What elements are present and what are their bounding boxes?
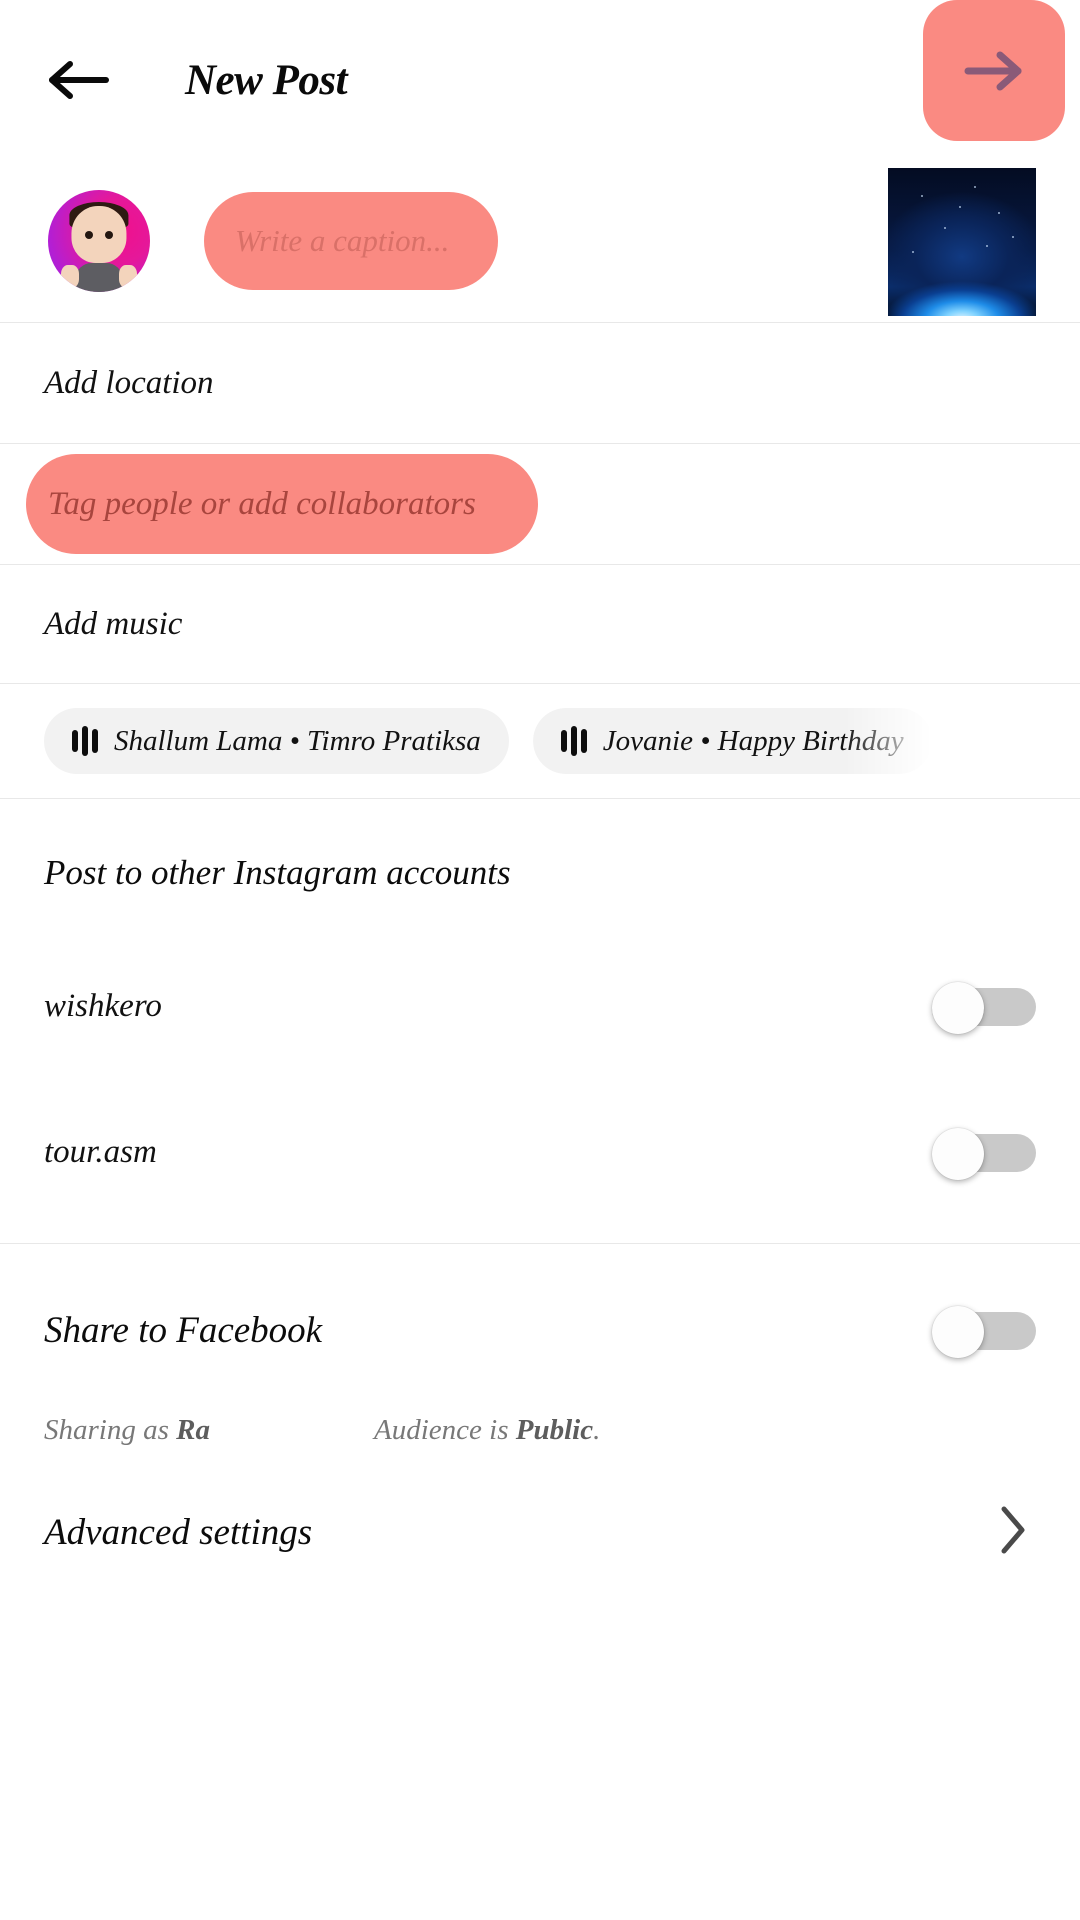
sharing-as-value: Ra [176, 1413, 210, 1446]
arrow-left-icon [48, 59, 110, 101]
share-to-facebook-row[interactable]: Share to Facebook [0, 1266, 1080, 1394]
sharing-as-text: Sharing as Ra [44, 1414, 374, 1447]
star-dot [911, 250, 914, 253]
user-avatar [48, 190, 150, 292]
music-suggestion-chip[interactable]: Shallum Lama • Timro Pratiksa [44, 708, 509, 774]
music-suggestion-label: Shallum Lama • Timro Pratiksa [114, 724, 481, 757]
star-dot [920, 194, 923, 197]
account-toggle-wishkero[interactable] [932, 982, 1036, 1034]
share-to-facebook-toggle[interactable] [932, 1306, 1036, 1358]
avatar-body [75, 263, 123, 292]
header-bar: New Post [0, 0, 1080, 160]
add-music-row[interactable]: Add music [0, 565, 1080, 683]
back-button[interactable] [44, 45, 114, 115]
music-equalizer-icon [72, 726, 98, 756]
caption-input[interactable]: Write a caption... [204, 192, 498, 290]
media-thumbnail-image [888, 168, 1036, 316]
advanced-settings-row[interactable]: Advanced settings [0, 1466, 1080, 1598]
share-to-facebook-label: Share to Facebook [44, 1309, 323, 1351]
toggle-knob [932, 1306, 984, 1358]
audience-suffix: . [593, 1413, 601, 1446]
tag-people-label: Tag people or add collaborators [48, 485, 476, 522]
chevron-right-icon [998, 1504, 1028, 1561]
arrow-right-icon [962, 49, 1026, 93]
toggle-knob [932, 982, 984, 1034]
add-music-label: Add music [44, 605, 183, 642]
account-name: wishkero [44, 987, 162, 1024]
account-row[interactable]: wishkero [0, 947, 1080, 1065]
selected-media-thumbnail[interactable] [888, 168, 1036, 316]
audience-prefix: Audience is [374, 1413, 516, 1446]
account-toggle-tourasm[interactable] [932, 1128, 1036, 1180]
add-location-label: Add location [44, 364, 214, 401]
music-suggestion-chip[interactable]: Jovanie • Happy Birthday [532, 708, 932, 774]
other-accounts-header: Post to other Instagram accounts [0, 799, 1080, 947]
caption-placeholder: Write a caption... [235, 223, 450, 258]
add-location-row[interactable]: Add location [0, 323, 1080, 443]
star-dot [985, 244, 988, 247]
star-dot [973, 185, 976, 188]
avatar-face [71, 206, 127, 264]
avatar-eye-left [84, 230, 93, 239]
tag-people-row[interactable]: Tag people or add collaborators [0, 444, 1080, 564]
account-name: tour.asm [44, 1133, 157, 1170]
other-accounts-title: Post to other Instagram accounts [44, 853, 511, 892]
music-equalizer-icon [560, 726, 587, 756]
avatar-thumb-left [61, 265, 79, 288]
sharing-as-prefix: Sharing as [44, 1413, 177, 1446]
divider [0, 1243, 1080, 1244]
advanced-settings-label: Advanced settings [44, 1511, 313, 1553]
new-post-screen: New Post Write a caption... Add location… [0, 0, 1080, 1920]
music-suggestion-label: Jovanie • Happy Birthday [602, 724, 904, 757]
tag-people-button[interactable]: Tag people or add collaborators [26, 454, 538, 554]
music-suggestions-list: Shallum Lama • Timro Pratiksa Jovanie • … [0, 684, 1080, 798]
audience-value: Public [515, 1413, 594, 1446]
facebook-meta-row: Sharing as Ra Audience is Public. [0, 1394, 1080, 1466]
page-title: New Post [185, 56, 348, 104]
toggle-knob [932, 1128, 984, 1180]
next-button[interactable] [923, 0, 1065, 141]
audience-text: Audience is Public. [374, 1414, 600, 1447]
avatar-thumb-right [119, 265, 137, 288]
caption-row: Write a caption... [0, 160, 1080, 322]
account-row[interactable]: tour.asm [0, 1093, 1080, 1211]
